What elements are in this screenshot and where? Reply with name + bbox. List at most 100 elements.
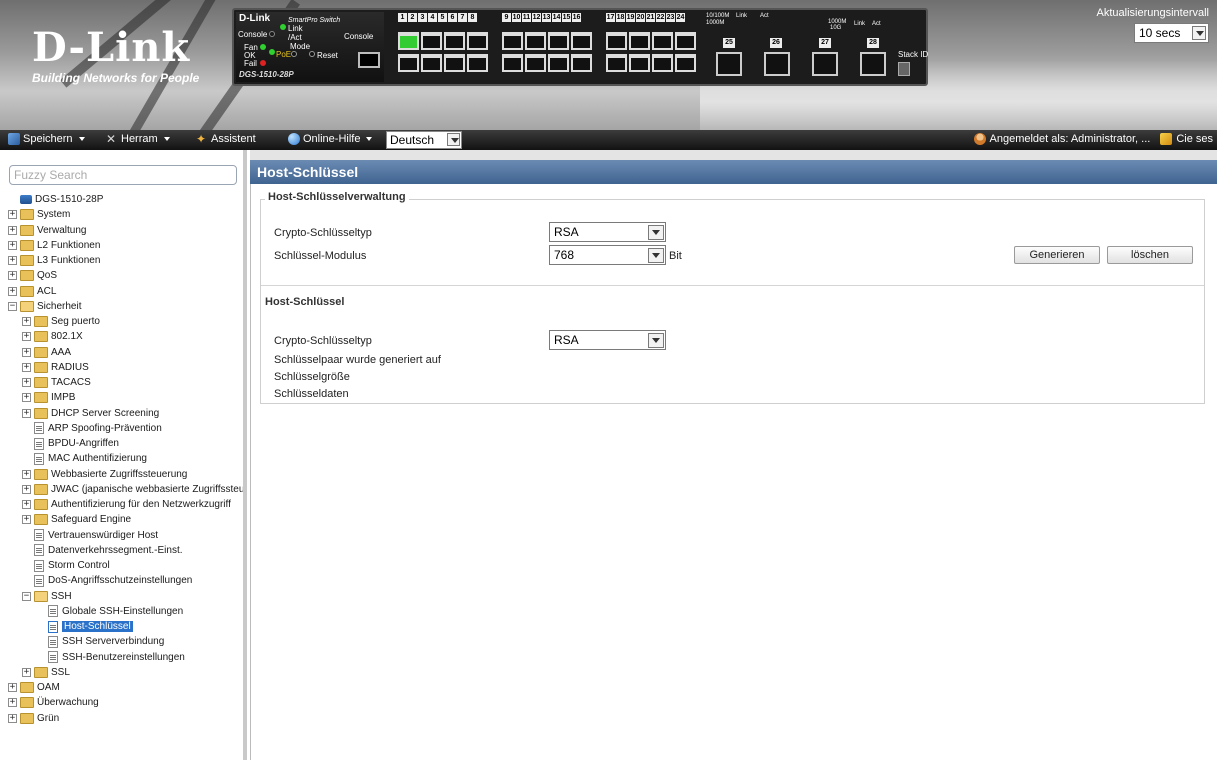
expand-icon[interactable]: + xyxy=(22,317,31,326)
tree-item-label: BPDU-Angriffen xyxy=(48,438,119,449)
tree-item-label: RADIUS xyxy=(51,361,89,373)
tree-item[interactable]: Globale SSH-Einstellungen xyxy=(48,604,183,619)
tree-item[interactable]: SSH Serververbindung xyxy=(48,634,164,649)
expand-icon[interactable]: + xyxy=(8,286,17,296)
page-icon xyxy=(34,422,44,435)
refresh-interval-select[interactable]: 10 secs xyxy=(1134,23,1209,43)
page-icon xyxy=(34,452,44,465)
port-number: 21 xyxy=(646,13,655,22)
tree-item[interactable]: + L3 Funktionen xyxy=(8,253,100,268)
expand-icon[interactable]: + xyxy=(8,713,17,723)
tree-item[interactable]: Vertrauenswürdiger Host xyxy=(34,528,158,543)
tree-item[interactable]: + DHCP Server Screening xyxy=(22,406,159,421)
refresh-interval-label: Aktualisierungsintervall xyxy=(1096,7,1210,19)
expand-icon[interactable]: + xyxy=(22,469,31,479)
tree-item[interactable]: MAC Authentifizierung xyxy=(34,451,147,466)
tree-item[interactable]: + Safeguard Engine xyxy=(22,512,131,527)
expand-icon[interactable]: + xyxy=(22,500,31,509)
wizard-menu[interactable]: ✦ Assistent xyxy=(196,133,256,145)
expand-icon[interactable]: + xyxy=(8,271,17,281)
tree-item[interactable]: + Überwachung xyxy=(8,695,99,710)
tree-item[interactable]: + ACL xyxy=(8,284,56,299)
port-number: 18 xyxy=(616,13,625,22)
tree-item-label: JWAC (japanische webbasierte Zugriffsste… xyxy=(51,483,247,495)
folder-icon xyxy=(34,377,48,388)
tree-item[interactable]: + AAA xyxy=(22,345,71,360)
tree-item[interactable]: + JWAC (japanische webbasierte Zugriffsst… xyxy=(22,482,247,497)
tree-item[interactable]: + SSL xyxy=(22,665,70,680)
key-generated-label: Schlüsselpaar wurde generiert auf xyxy=(274,354,441,366)
caret-down-icon xyxy=(163,137,170,141)
collapse-icon[interactable]: − xyxy=(22,591,31,601)
chevron-down-icon xyxy=(1192,26,1206,40)
tree-item[interactable]: Datenverkehrssegment.-Einst. xyxy=(34,543,183,558)
crypto-type-select[interactable]: RSA xyxy=(549,222,666,242)
tree-item[interactable]: DGS-1510-28P xyxy=(20,192,103,207)
save-menu[interactable]: Speichern xyxy=(8,133,85,145)
tree-item[interactable]: + Seg puerto xyxy=(22,314,100,329)
tree-item[interactable]: SSH-Benutzereinstellungen xyxy=(48,650,185,665)
logout-icon[interactable] xyxy=(1160,133,1173,145)
folder-icon xyxy=(20,285,34,297)
port-number: 14 xyxy=(552,13,561,22)
tools-menu[interactable]: ✕ Herram xyxy=(106,133,170,145)
folder-icon xyxy=(34,483,48,495)
expand-icon[interactable]: + xyxy=(22,332,31,342)
tree-item-label: SSH xyxy=(51,590,72,602)
expand-icon[interactable]: + xyxy=(22,378,31,387)
tree-item[interactable]: − Sicherheit xyxy=(8,299,81,314)
tree-item-label: DoS-Angriffsschutzeinstellungen xyxy=(48,575,193,587)
language-select[interactable]: Deutsch xyxy=(386,131,462,149)
tree-item[interactable]: + L2 Funktionen xyxy=(8,238,100,253)
expand-icon[interactable]: + xyxy=(22,484,31,494)
folder-open-icon xyxy=(20,300,34,312)
tree-item[interactable]: + OAM xyxy=(8,680,60,695)
tree-item-label: System xyxy=(37,209,71,221)
expand-icon[interactable]: + xyxy=(8,210,17,220)
expand-icon[interactable]: + xyxy=(22,515,31,525)
port-number: 4 xyxy=(428,13,437,22)
expand-icon[interactable]: + xyxy=(8,256,17,265)
tree-item-label: Safeguard Engine xyxy=(51,514,132,526)
tree-item[interactable]: ARP Spoofing-Prävention xyxy=(34,421,162,436)
chevron-down-icon xyxy=(648,248,664,263)
expand-icon[interactable]: + xyxy=(8,683,17,692)
collapse-icon[interactable]: − xyxy=(8,301,17,311)
tree-item[interactable]: BPDU-Angriffen xyxy=(34,436,119,451)
tree-item[interactable]: + TACACS xyxy=(22,375,91,390)
generate-button[interactable]: Generieren xyxy=(1014,246,1100,264)
tree-item[interactable]: Storm Control xyxy=(34,558,110,573)
tree-item[interactable]: + System xyxy=(8,207,70,222)
tree-item[interactable]: − SSH xyxy=(22,589,72,604)
tree-item[interactable]: + Verwaltung xyxy=(8,223,86,238)
expand-icon[interactable]: + xyxy=(22,393,31,403)
tree-item[interactable]: + Grün xyxy=(8,711,59,726)
key-modulus-select[interactable]: 768 xyxy=(549,245,666,265)
fuzzy-search-input[interactable]: Fuzzy Search xyxy=(9,165,237,185)
ports-1-8 xyxy=(398,32,494,72)
logout-link[interactable]: Cie ses xyxy=(1176,133,1213,145)
crypto-type-info-select[interactable]: RSA xyxy=(549,330,666,350)
folder-icon xyxy=(20,270,34,282)
expand-icon[interactable]: + xyxy=(22,667,31,677)
expand-icon[interactable]: + xyxy=(8,225,17,235)
tree-item[interactable]: + Authentifizierung für den Netzwerkzugri… xyxy=(22,497,231,512)
tree-item[interactable]: + IMPB xyxy=(22,390,75,405)
page-icon xyxy=(48,605,58,618)
expand-icon[interactable]: + xyxy=(8,698,17,708)
expand-icon[interactable]: + xyxy=(22,362,31,372)
expand-icon[interactable]: + xyxy=(22,347,31,357)
tree-item[interactable]: +802.1X xyxy=(22,329,83,344)
expand-icon[interactable]: + xyxy=(22,408,31,418)
tree-item[interactable]: + RADIUS xyxy=(22,360,89,375)
tree-item[interactable]: Host-Schlüssel xyxy=(48,619,133,634)
tree-item[interactable]: + QoS xyxy=(8,268,57,283)
port-number: 3 xyxy=(418,13,427,22)
online-help-menu[interactable]: Online-Hilfe xyxy=(288,133,373,145)
tree-item[interactable]: + Webbasierte Zugriffssteuerung xyxy=(22,467,187,482)
delete-button[interactable]: löschen xyxy=(1107,246,1193,264)
expand-icon[interactable]: + xyxy=(8,240,17,250)
port-number: 16 xyxy=(572,13,581,22)
port-number: 15 xyxy=(562,13,571,22)
tree-item[interactable]: DoS-Angriffsschutzeinstellungen xyxy=(34,573,192,588)
